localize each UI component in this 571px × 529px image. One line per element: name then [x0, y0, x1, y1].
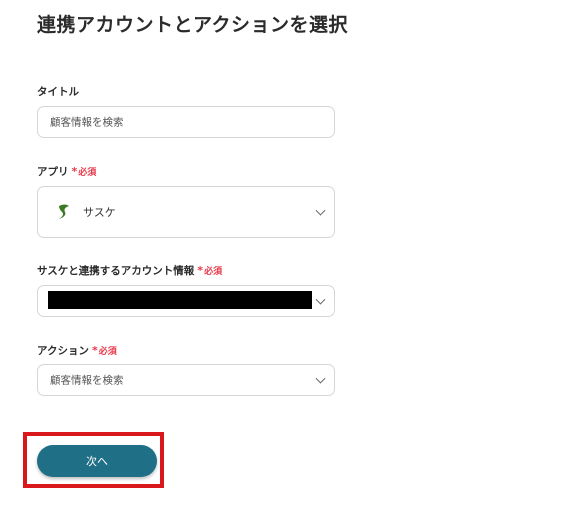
- action-label: アクション *必須: [37, 343, 117, 358]
- chevron-down-icon: [315, 294, 326, 305]
- required-badge: *必須: [197, 264, 223, 277]
- title-label: タイトル: [37, 86, 79, 98]
- app-select[interactable]: サスケ: [37, 186, 335, 238]
- title-input[interactable]: 顧客情報を検索: [37, 106, 335, 138]
- required-badge: *必須: [91, 344, 117, 357]
- sasuke-logo-icon: [59, 204, 69, 219]
- account-label-text: サスケと連携するアカウント情報: [37, 265, 195, 277]
- title-input-value: 顧客情報を検索: [50, 116, 124, 129]
- chevron-down-icon: [315, 373, 326, 384]
- account-label: サスケと連携するアカウント情報 *必須: [37, 263, 222, 278]
- app-select-value: サスケ: [83, 206, 116, 219]
- action-label-text: アクション: [37, 345, 89, 357]
- action-select-value: 顧客情報を検索: [50, 374, 124, 387]
- app-label-text: アプリ: [37, 166, 69, 178]
- action-select[interactable]: 顧客情報を検索: [37, 364, 335, 396]
- next-button[interactable]: 次へ: [37, 445, 157, 477]
- chevron-down-icon: [315, 205, 326, 216]
- account-select[interactable]: [37, 285, 335, 317]
- app-label: アプリ *必須: [37, 164, 96, 179]
- page-title: 連携アカウントとアクションを選択: [37, 14, 349, 36]
- required-badge: *必須: [71, 165, 97, 178]
- redacted-account-value: [48, 291, 312, 309]
